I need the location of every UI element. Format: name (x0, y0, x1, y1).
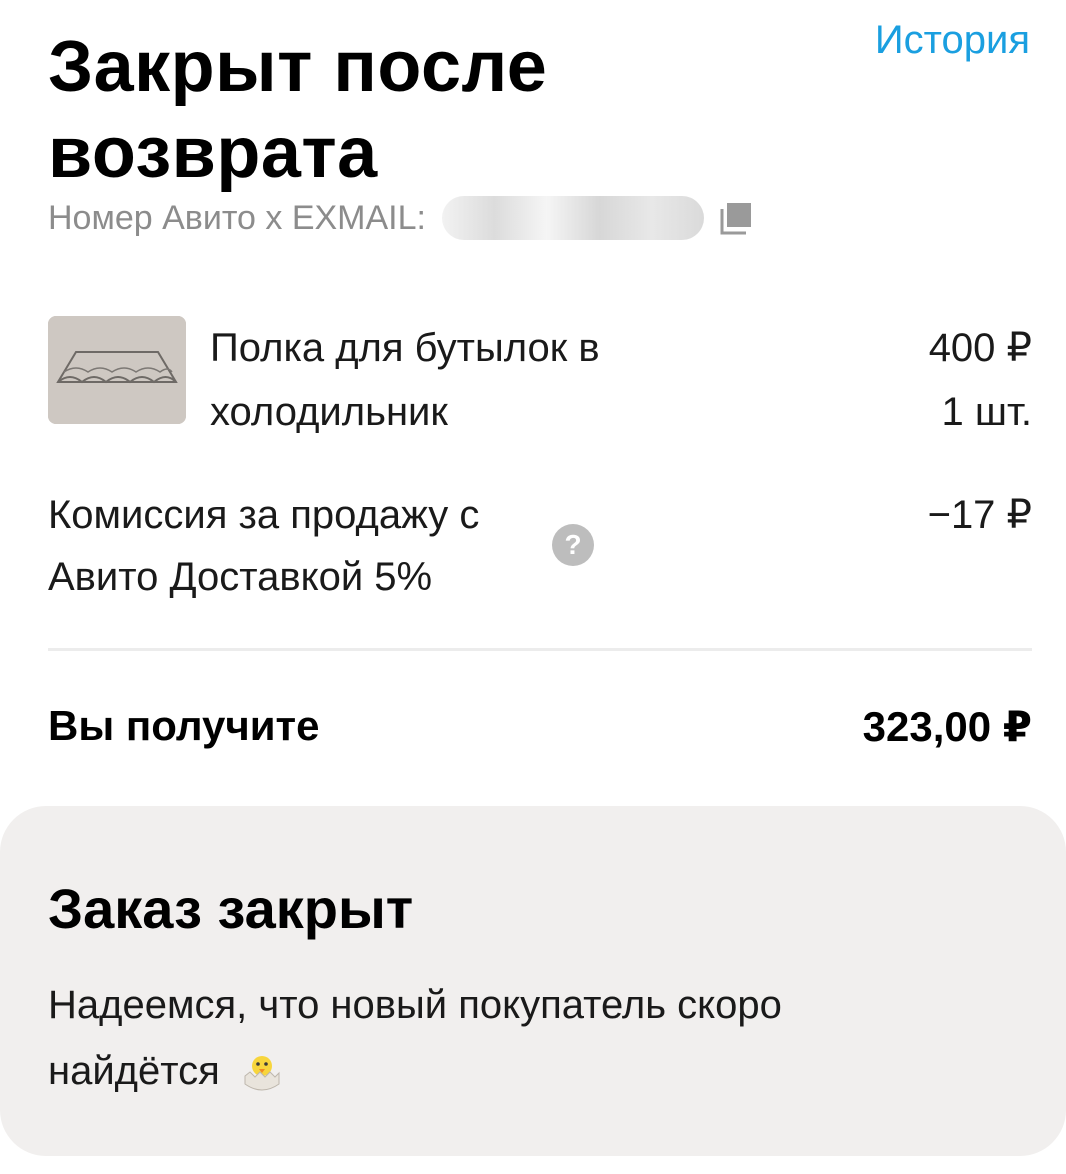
product-thumbnail (48, 316, 186, 424)
total-value: 323,00 ₽ (862, 703, 1032, 750)
order-details-screen: Закрыт после возврата История Номер Авит… (0, 0, 1066, 1174)
product-price: 400 ₽ (928, 326, 1032, 370)
commission-row: Комиссия за продажу с Авито Доставкой 5%… (48, 484, 1032, 614)
status-title: Заказ закрыт (48, 877, 414, 940)
status-message: Надеемся, что новый покупатель скоро най… (48, 972, 948, 1104)
product-name: Полка для бутылок в холодильник (210, 326, 600, 434)
bottle-shelf-image (48, 316, 186, 424)
divider (48, 648, 1032, 651)
commission-label: Комиссия за продажу с Авито Доставкой 5% (48, 493, 480, 599)
history-link[interactable]: История (875, 18, 1030, 63)
copy-icon[interactable] (718, 200, 754, 236)
help-icon[interactable]: ? (552, 524, 594, 566)
status-text: Надеемся, что новый покупатель скоро най… (48, 983, 782, 1093)
order-number-label: Номер Авито x EXMAIL: (48, 198, 426, 237)
status-card: Заказ закрыт Надеемся, что новый покупат… (0, 806, 1066, 1156)
total-label: Вы получите (48, 702, 320, 749)
product-quantity: 1 шт. (941, 390, 1032, 434)
order-number-value-blurred (441, 196, 704, 240)
product-row[interactable]: Полка для бутылок в холодильник 400 ₽ 1 … (48, 316, 1032, 436)
hatching-chick-icon (244, 1056, 280, 1091)
commission-value: −17 ₽ (927, 493, 1032, 537)
order-number-row: Номер Авито x EXMAIL: (48, 196, 754, 240)
page-title: Закрыт после возврата (48, 27, 548, 193)
